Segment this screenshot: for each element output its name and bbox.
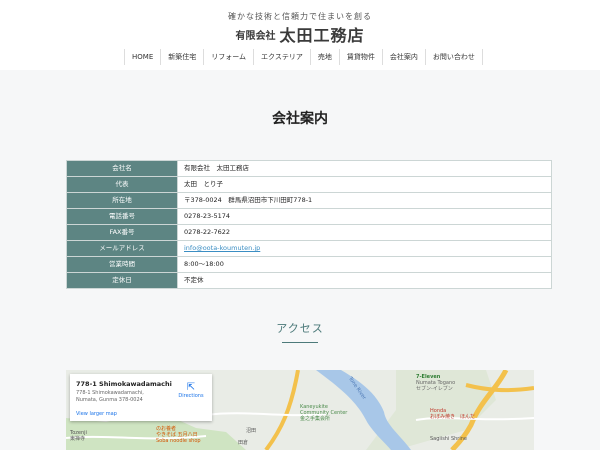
table-row: 所在地 〒378-0024 群馬県沼田市下川田町778-1 — [66, 192, 552, 209]
map-label-kanji2: 田倉 — [238, 440, 249, 446]
table-row: 定休日 不定休 — [66, 272, 552, 289]
nav-item-contact[interactable]: お問い合わせ — [426, 49, 483, 65]
map-label-community-center: Kaneyukite Community Center 金之手集会所 — [300, 404, 348, 422]
map-label-tozenji: Tozenji 東禅寺 — [70, 430, 87, 442]
logo-company-name: 太田工務店 — [279, 26, 365, 45]
global-nav: HOME 新築住宅 リフォーム エクステリア 売地 賃貸物件 会社案内 お問い合… — [124, 49, 483, 65]
row-label: 電話番号 — [66, 208, 178, 225]
logo-company-type: 有限会社 — [235, 31, 276, 42]
row-value: 0278-22-7622 — [177, 224, 552, 241]
row-value: 〒378-0024 群馬県沼田市下川田町778-1 — [177, 192, 552, 209]
map-label-sagiishi: Sagiishi Shrine — [430, 436, 467, 442]
access-title-underline — [282, 342, 318, 343]
table-row: FAX番号 0278-22-7622 — [66, 224, 552, 241]
table-row: メールアドレス info@oota-koumuten.jp — [66, 240, 552, 257]
row-label: 定休日 — [66, 272, 178, 289]
map-label-soba: のお養者 やきそば 五月八日 Soba noodle shop — [156, 426, 201, 444]
access-title: アクセス — [276, 322, 324, 335]
table-row: 代表 太田 とり子 — [66, 176, 552, 193]
nav-item-company[interactable]: 会社案内 — [383, 49, 426, 65]
row-label: 会社名 — [66, 160, 178, 177]
nav-item-rental[interactable]: 賃貸物件 — [340, 49, 383, 65]
map-label-kanji1: 沼田 — [246, 428, 257, 434]
nav-item-land-sale[interactable]: 売地 — [311, 49, 340, 65]
email-link[interactable]: info@oota-koumuten.jp — [184, 244, 260, 252]
row-value: info@oota-koumuten.jp — [177, 240, 552, 257]
row-label: FAX番号 — [66, 224, 178, 241]
map-label-honda: Honda おぼみ焼き ほんだ — [430, 408, 476, 420]
directions-icon: ⇱ — [186, 382, 196, 393]
view-larger-map-link[interactable]: View larger map — [76, 411, 117, 417]
directions-label: Directions — [178, 393, 204, 399]
row-value: 8:00～18:00 — [177, 256, 552, 273]
row-label: 所在地 — [66, 192, 178, 209]
row-label: 営業時間 — [66, 256, 178, 273]
nav-item-reform[interactable]: リフォーム — [204, 49, 255, 65]
row-label: メールアドレス — [66, 240, 178, 257]
directions-button[interactable]: ⇱ Directions — [174, 382, 208, 399]
site-tagline: 確かな技術と信頼力で住まいを創る — [228, 12, 372, 21]
row-label: 代表 — [66, 176, 178, 193]
map-place-address: 778-1 Shimokawadamachi, Numata, Gunma 37… — [76, 390, 144, 403]
table-row: 電話番号 0278-23-5174 — [66, 208, 552, 225]
company-info-table: 会社名 有限会社 太田工務店 代表 太田 とり子 所在地 〒378-0024 群… — [66, 160, 552, 289]
site-logo[interactable]: 有限会社 太田工務店 — [0, 22, 600, 46]
map-place-title: 778-1 Shimokawadamachi — [76, 380, 172, 388]
nav-item-new-house[interactable]: 新築住宅 — [161, 49, 205, 65]
map-place-card: 778-1 Shimokawadamachi 778-1 Shimokawada… — [70, 374, 212, 421]
row-value: 太田 とり子 — [177, 176, 552, 193]
row-value: 有限会社 太田工務店 — [177, 160, 552, 177]
row-value: 0278-23-5174 — [177, 208, 552, 225]
site-header: 確かな技術と信頼力で住まいを創る 有限会社 太田工務店 HOME 新築住宅 リフォ… — [0, 0, 600, 70]
nav-item-exterior[interactable]: エクステリア — [254, 49, 311, 65]
table-row: 営業時間 8:00～18:00 — [66, 256, 552, 273]
table-row: 会社名 有限会社 太田工務店 — [66, 160, 552, 177]
map-label-eleven: 7-Eleven Numata Togano セブン-イレブン — [416, 374, 456, 392]
nav-item-home[interactable]: HOME — [125, 49, 162, 65]
row-value: 不定休 — [177, 272, 552, 289]
page-title: 会社案内 — [272, 111, 328, 127]
